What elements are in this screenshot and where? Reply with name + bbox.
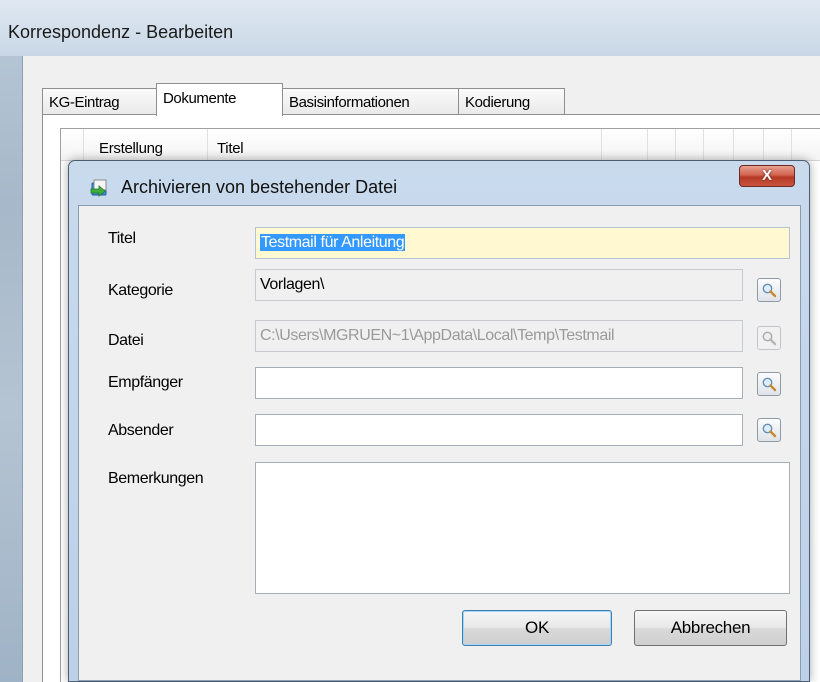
grid-column-divider bbox=[647, 129, 648, 161]
desktop-background bbox=[0, 0, 22, 682]
datei-lookup-button bbox=[757, 326, 781, 350]
tab-kg-eintrag[interactable]: KG-Eintrag bbox=[42, 88, 157, 116]
datei-field: C:\Users\MGRUEN~1\AppData\Local\Temp\Tes… bbox=[255, 320, 743, 352]
window-titlebar: Korrespondenz - Bearbeiten bbox=[0, 0, 820, 56]
dialog-title: Archivieren von bestehender Datei bbox=[121, 177, 398, 197]
close-button[interactable]: X bbox=[739, 165, 795, 187]
titel-value: Testmail für Anleitung bbox=[260, 234, 406, 251]
tab-basisinformationen[interactable]: Basisinformationen bbox=[282, 88, 459, 116]
empfaenger-lookup-button[interactable] bbox=[757, 372, 781, 396]
bemerkungen-textarea[interactable] bbox=[255, 462, 790, 594]
window-title: Korrespondenz - Bearbeiten bbox=[8, 22, 234, 42]
archive-document-icon bbox=[90, 179, 107, 197]
grid-column-divider bbox=[791, 129, 792, 161]
grid-column-divider bbox=[733, 129, 734, 161]
grid-header: Erstellung Titel bbox=[61, 129, 820, 161]
titel-label: Titel bbox=[108, 230, 136, 247]
grid-column-divider bbox=[601, 129, 602, 161]
titel-field[interactable]: Testmail für Anleitung bbox=[255, 227, 790, 259]
tab-dokumente[interactable]: Dokumente bbox=[156, 83, 283, 116]
magnifier-icon bbox=[762, 423, 777, 438]
empfaenger-label: Empfänger bbox=[108, 374, 183, 391]
absender-lookup-button[interactable] bbox=[757, 418, 781, 442]
column-header-titel[interactable]: Titel bbox=[217, 140, 244, 157]
dialog-body: Titel Testmail für Anleitung Kategorie V… bbox=[78, 205, 801, 681]
absender-label: Absender bbox=[108, 422, 174, 439]
magnifier-icon bbox=[762, 283, 777, 298]
bemerkungen-label: Bemerkungen bbox=[108, 470, 204, 487]
empfaenger-field[interactable] bbox=[255, 367, 743, 399]
cancel-button[interactable]: Abbrechen bbox=[634, 610, 787, 646]
archive-dialog: Archivieren von bestehender Datei X Tite… bbox=[68, 160, 810, 682]
kategorie-field[interactable]: Vorlagen\ bbox=[255, 269, 743, 301]
ok-button[interactable]: OK bbox=[462, 610, 612, 646]
grid-column-divider bbox=[763, 129, 764, 161]
kategorie-label: Kategorie bbox=[108, 282, 173, 299]
grid-column-divider bbox=[703, 129, 704, 161]
grid-column-divider bbox=[83, 129, 84, 161]
grid-column-divider bbox=[207, 129, 208, 161]
column-header-erstellung[interactable]: Erstellung bbox=[99, 140, 163, 157]
magnifier-icon bbox=[762, 377, 777, 392]
absender-field[interactable] bbox=[255, 414, 743, 446]
magnifier-icon bbox=[762, 331, 777, 346]
tab-kodierung[interactable]: Kodierung bbox=[458, 88, 565, 116]
grid-column-divider bbox=[675, 129, 676, 161]
datei-label: Datei bbox=[108, 332, 144, 349]
kategorie-lookup-button[interactable] bbox=[757, 278, 781, 302]
